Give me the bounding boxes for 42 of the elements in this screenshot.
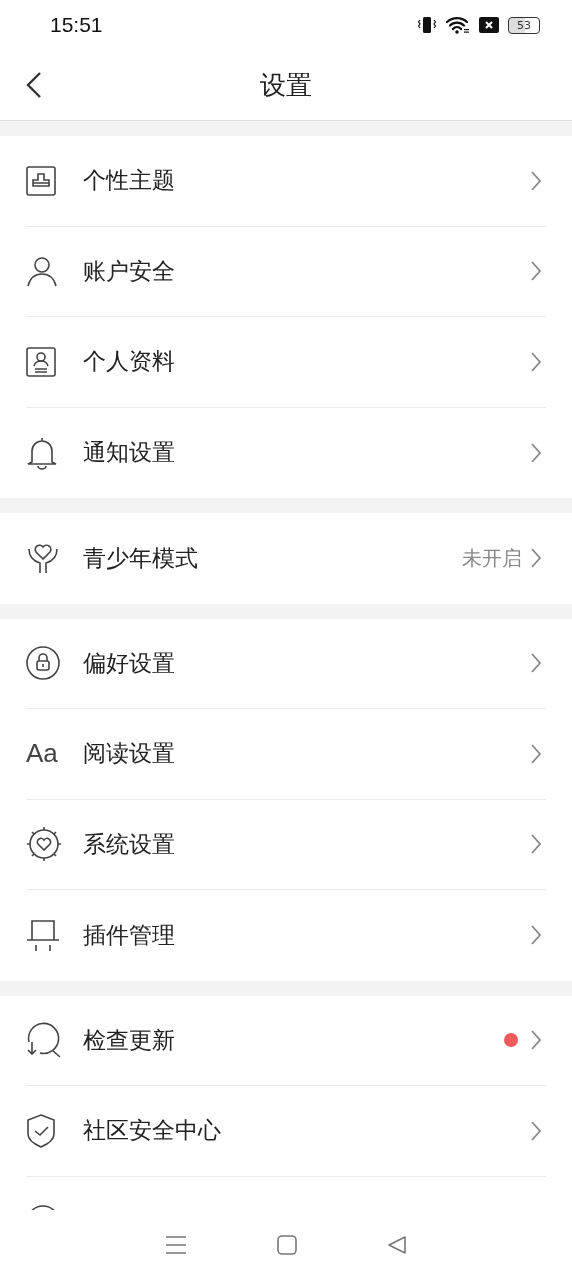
battery-indicator: 53 <box>508 16 540 34</box>
heart-hands-icon <box>26 541 60 576</box>
gear-heart-icon <box>26 826 62 863</box>
chevron-icon <box>530 924 542 947</box>
chevron-icon <box>530 833 542 856</box>
chevron-icon <box>530 547 542 570</box>
font-icon: Aa <box>26 738 58 770</box>
settings-item[interactable]: 检查更新 <box>26 995 546 1086</box>
wifi-icon <box>446 16 470 34</box>
settings-item[interactable]: 系统设置 <box>26 799 546 890</box>
person-icon <box>26 255 58 288</box>
bell-icon <box>26 435 58 470</box>
chevron-icon <box>530 350 542 373</box>
chevron-icon <box>530 441 542 464</box>
settings-item[interactable]: 个性主题 <box>26 136 546 227</box>
no-sim-icon <box>479 17 499 33</box>
chevron-icon <box>530 260 542 283</box>
page-title: 设置 <box>260 68 312 102</box>
id-card-icon <box>26 346 56 377</box>
lock-icon <box>26 646 60 681</box>
settings-item[interactable]: 偏好设置 <box>26 618 546 709</box>
status-value: 未开启 <box>462 544 522 572</box>
back-triangle-icon[interactable] <box>387 1235 407 1255</box>
chevron-icon <box>530 652 542 675</box>
settings-item[interactable]: 社区安全中心 <box>26 1086 546 1177</box>
brush-icon <box>26 165 56 196</box>
settings-item[interactable]: 插件管理 <box>26 890 546 981</box>
settings-item[interactable]: Aa 阅读设置 <box>26 709 546 800</box>
status-time: 15:51 <box>50 13 103 37</box>
home-icon[interactable] <box>277 1235 297 1255</box>
settings-item[interactable]: 通知设置 <box>26 407 546 498</box>
settings-item[interactable]: 账户安全 <box>26 226 546 317</box>
chevron-icon <box>530 1029 542 1052</box>
plug-icon <box>26 918 60 953</box>
back-icon[interactable] <box>26 71 42 99</box>
chevron-icon <box>530 742 542 765</box>
vibrate-icon <box>417 16 437 34</box>
settings-item[interactable]: 个人资料 <box>26 317 546 408</box>
shield-check-icon <box>26 1113 56 1148</box>
menu-icon[interactable] <box>165 1235 187 1255</box>
chevron-icon <box>530 169 542 192</box>
chevron-icon <box>530 1119 542 1142</box>
